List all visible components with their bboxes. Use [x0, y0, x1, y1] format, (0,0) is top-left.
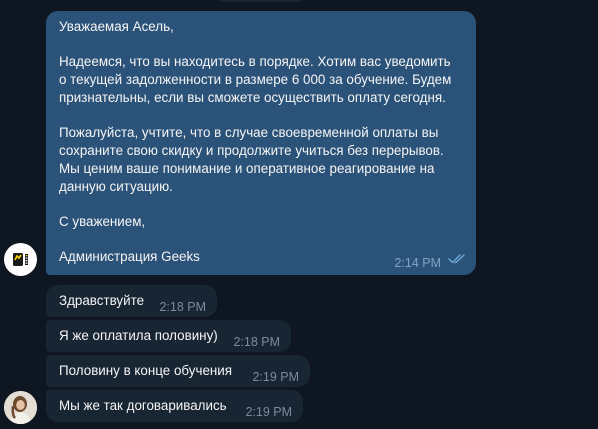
- incoming-message-bubble[interactable]: Мы же так договаривались 2:19 PM: [46, 390, 303, 422]
- message-line: признательны, если вы сможете осуществит…: [59, 90, 446, 105]
- incoming-message-bubble[interactable]: Здравствуйте 2:18 PM: [46, 285, 217, 317]
- message-text: Половину в конце обучения: [59, 363, 233, 378]
- user-avatar[interactable]: [4, 391, 37, 424]
- double-check-icon: [448, 251, 468, 269]
- message-time: 2:14 PM: [394, 256, 441, 270]
- message-text: Мы же так договаривались: [59, 398, 227, 413]
- message-time: 2:18 PM: [159, 300, 206, 314]
- incoming-message-bubble[interactable]: Я же оплатила половину) 2:18 PM: [46, 320, 291, 352]
- outgoing-message-bubble[interactable]: Уважаемая Асель, Надеемся, что вы находи…: [46, 11, 476, 275]
- message-time: 2:18 PM: [233, 335, 280, 349]
- message-line: Надеемся, что вы находитесь в порядке. Х…: [59, 54, 451, 69]
- geeks-logo-icon[interactable]: [4, 243, 37, 276]
- message-text: Здравствуйте: [59, 293, 145, 308]
- message-closing: С уважением,: [59, 214, 146, 229]
- message-line: Пожалуйста, учтите, что в случае своевре…: [59, 125, 439, 140]
- incoming-message-bubble[interactable]: Половину в конце обучения 2:19 PM: [46, 355, 310, 387]
- message-time: 2:19 PM: [245, 405, 292, 419]
- previous-message-edge: [218, 0, 304, 2]
- message-line: данную ситуацию.: [59, 179, 173, 194]
- message-greeting: Уважаемая Асель,: [59, 19, 174, 34]
- message-line: сохраните свою скидку и продолжите учить…: [59, 143, 444, 158]
- message-text: Я же оплатила половину): [59, 328, 218, 343]
- message-line: о текущей задолженности в размере 6 000 …: [59, 72, 452, 87]
- message-line: Мы ценим ваше понимание и оперативное ре…: [59, 161, 435, 176]
- message-time: 2:19 PM: [252, 370, 299, 384]
